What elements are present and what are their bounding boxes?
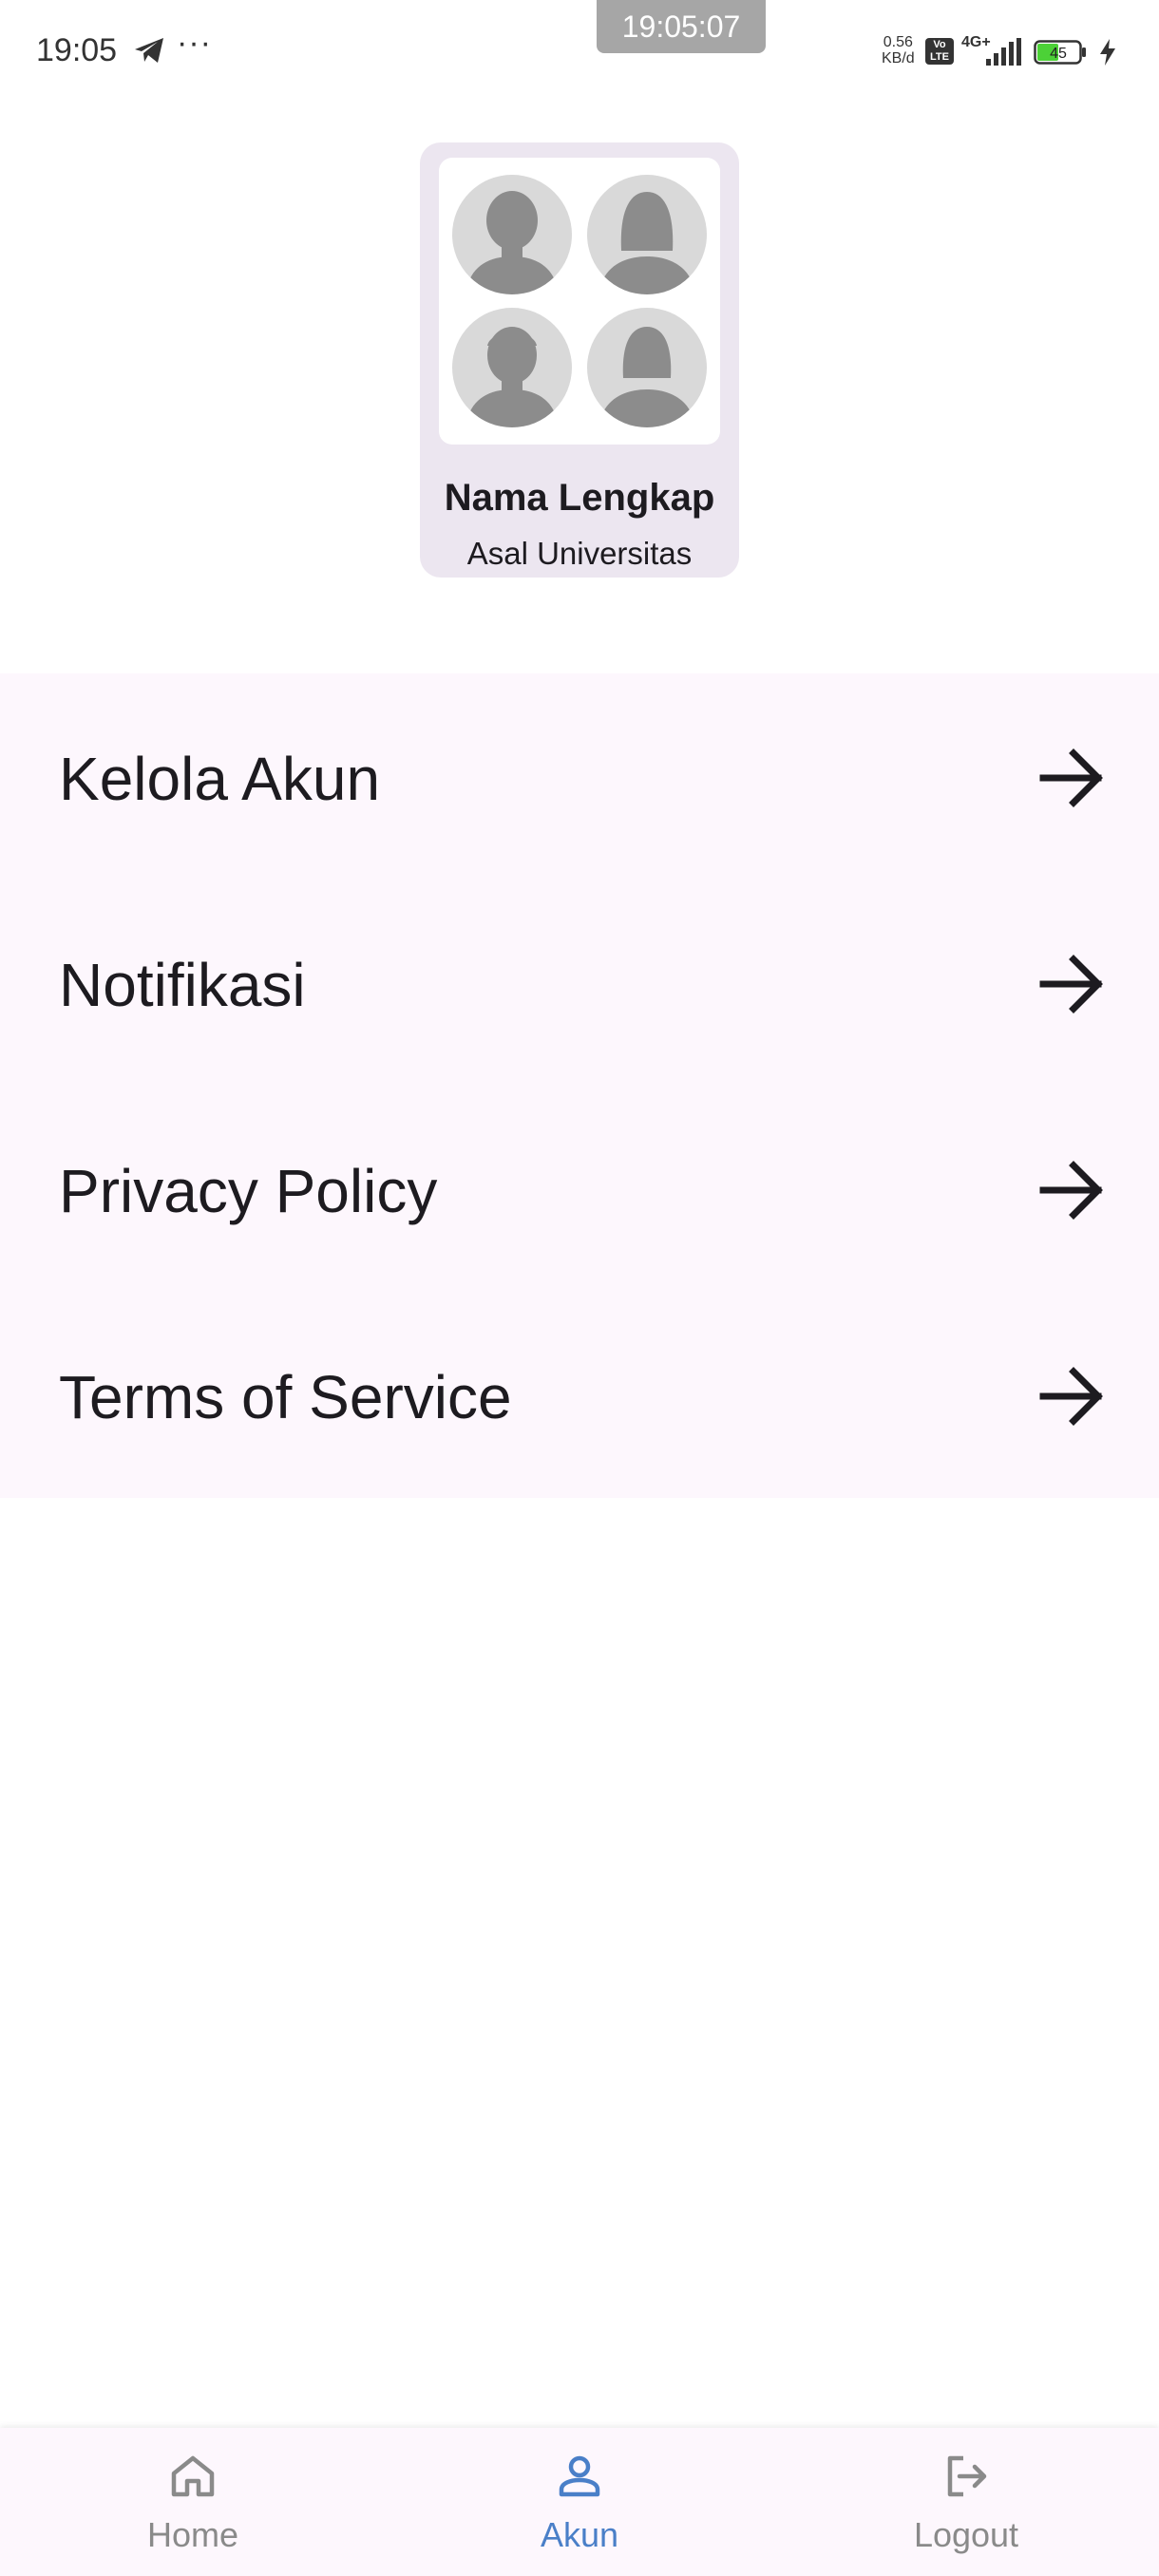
network-speed: 0.56 KB/d bbox=[882, 34, 915, 66]
home-icon bbox=[171, 2455, 215, 2497]
settings-menu: Kelola Akun Notifikasi Privacy Policy Te… bbox=[0, 673, 1159, 1498]
arrow-right-icon bbox=[1039, 955, 1103, 1013]
status-time: 19:05 bbox=[36, 32, 118, 68]
female-avatar-icon bbox=[587, 308, 707, 427]
menu-item-label: Privacy Policy bbox=[59, 1157, 438, 1225]
signal-icon bbox=[986, 38, 1021, 66]
arrow-right-icon bbox=[1039, 1161, 1103, 1220]
nav-item-logout[interactable]: Logout bbox=[773, 2428, 1159, 2576]
menu-item-privacy-policy[interactable]: Privacy Policy bbox=[0, 1086, 1159, 1292]
clock-overlay: 19:05:07 bbox=[597, 0, 766, 53]
nav-label-home: Home bbox=[146, 2515, 239, 2554]
nav-label-akun: Akun bbox=[540, 2515, 619, 2554]
male-avatar-icon bbox=[452, 175, 572, 294]
male-avatar-icon bbox=[452, 308, 572, 427]
bottom-navigation: Home Akun Logout bbox=[0, 2428, 1159, 2576]
network-speed-unit: KB/d bbox=[882, 50, 915, 66]
menu-item-label: Kelola Akun bbox=[59, 745, 381, 813]
status-bar: 19:05 ··· 19:05:07 0.56 KB/d Vo LTE 4G+ … bbox=[0, 0, 1159, 104]
charging-bolt-icon bbox=[1100, 39, 1115, 66]
volte-bottom: LTE bbox=[930, 51, 949, 63]
arrow-right-icon bbox=[1039, 748, 1103, 807]
menu-item-kelola-akun[interactable]: Kelola Akun bbox=[0, 673, 1159, 880]
avatar-group bbox=[439, 158, 720, 445]
battery-level: 45 bbox=[1050, 46, 1067, 62]
profile-university: Asal Universitas bbox=[466, 536, 693, 571]
menu-item-notifikasi[interactable]: Notifikasi bbox=[0, 880, 1159, 1086]
nav-label-logout: Logout bbox=[913, 2515, 1019, 2554]
person-icon bbox=[559, 2455, 600, 2497]
more-notifications-icon: ··· bbox=[177, 25, 212, 61]
nav-item-akun[interactable]: Akun bbox=[387, 2428, 772, 2576]
nav-item-home[interactable]: Home bbox=[0, 2428, 386, 2576]
menu-item-terms-of-service[interactable]: Terms of Service bbox=[0, 1292, 1159, 1498]
female-avatar-icon bbox=[587, 175, 707, 294]
logout-icon bbox=[947, 2455, 987, 2497]
profile-name: Nama Lengkap bbox=[444, 477, 715, 519]
network-speed-value: 0.56 bbox=[883, 34, 913, 50]
profile-card: Nama Lengkap Asal Universitas bbox=[420, 142, 739, 578]
volte-badge: Vo LTE bbox=[925, 38, 954, 65]
menu-item-label: Notifikasi bbox=[59, 951, 306, 1019]
menu-item-label: Terms of Service bbox=[59, 1363, 512, 1431]
volte-top: Vo bbox=[933, 39, 946, 50]
arrow-right-icon bbox=[1039, 1367, 1103, 1426]
telegram-icon bbox=[135, 38, 163, 63]
battery-icon: 45 bbox=[1034, 40, 1086, 65]
